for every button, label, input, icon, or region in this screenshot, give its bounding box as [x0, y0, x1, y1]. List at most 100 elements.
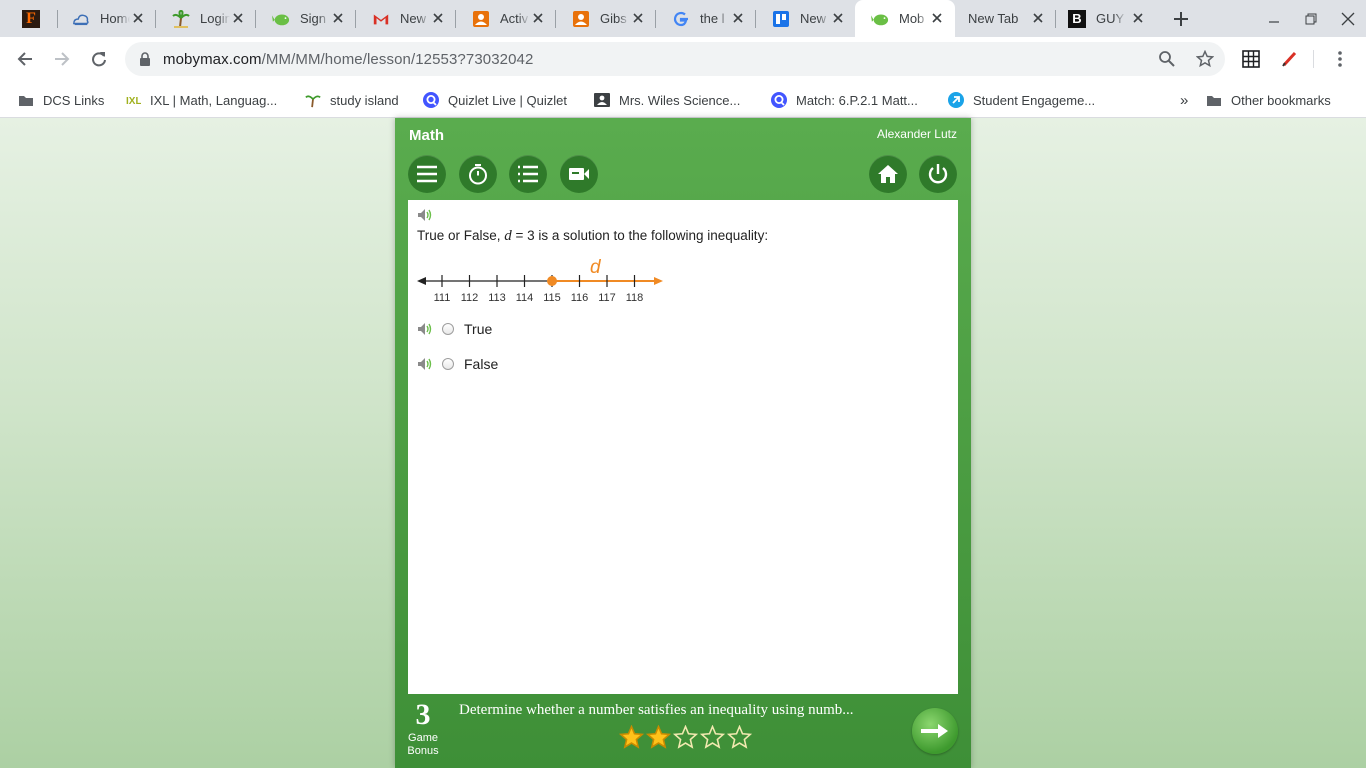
close-icon[interactable] — [130, 10, 146, 26]
bookmark-item[interactable]: Quizlet Live | Quizlet — [423, 88, 567, 112]
close-icon[interactable] — [1130, 10, 1146, 26]
close-icon[interactable] — [830, 10, 846, 26]
bookmark-star-icon[interactable] — [1195, 49, 1215, 69]
timer-button[interactable] — [459, 155, 497, 193]
minimize-icon — [1269, 21, 1279, 23]
close-window-button[interactable] — [1336, 8, 1360, 30]
choice-false[interactable]: False — [417, 356, 498, 372]
tab-title: Gibs — [600, 11, 627, 26]
browser-tab[interactable]: New — [756, 0, 856, 37]
address-bar[interactable]: mobymax.com/MM/MM/home/lesson/12553?7303… — [125, 42, 1225, 76]
tab-title: GUY — [1096, 11, 1125, 26]
user-name: Alexander Lutz — [876, 127, 957, 141]
minimize-button[interactable] — [1262, 8, 1286, 30]
apps-grid-button[interactable] — [1239, 47, 1263, 71]
tab-title: Login — [200, 11, 230, 26]
speaker-icon[interactable] — [417, 322, 433, 336]
gmail-icon — [372, 10, 390, 28]
ixl-icon: IXL — [125, 92, 141, 108]
bookmark-label: study island — [330, 92, 399, 108]
browser-tab[interactable]: Activ — [456, 0, 556, 37]
tab-title: New Tab — [968, 11, 1019, 26]
mobymax-app: Math Alexander Lutz True or False, d = 3… — [395, 118, 971, 768]
speaker-icon[interactable] — [417, 208, 433, 222]
home-button[interactable] — [869, 155, 907, 193]
close-icon[interactable] — [730, 10, 746, 26]
bonus-number: 3 — [415, 698, 431, 731]
right-arrow-icon — [654, 277, 663, 285]
home-icon — [878, 165, 898, 183]
star-empty-icon — [699, 724, 726, 753]
restore-icon — [1305, 13, 1317, 25]
browser-tab-active[interactable]: Mob — [855, 0, 955, 37]
browser-tab[interactable]: New Tab — [956, 0, 1056, 37]
browser-tab[interactable]: Home — [56, 0, 156, 37]
bookmarks-overflow[interactable]: » — [1180, 88, 1188, 112]
browser-tab[interactable]: Sign — [256, 0, 356, 37]
browser-tab[interactable]: Login — [156, 0, 256, 37]
zoom-icon[interactable] — [1157, 49, 1177, 69]
choice-true[interactable]: True — [417, 321, 492, 337]
chrome-menu-button[interactable] — [1328, 47, 1352, 71]
forward-button[interactable] — [50, 47, 74, 71]
bookmark-item[interactable]: Match: 6.P.2.1 Matt... — [771, 88, 918, 112]
mobymax-icon — [871, 10, 889, 28]
bookmarks-bar: DCS Links IXL IXL | Math, Languag... stu… — [0, 82, 1366, 118]
choice-label: True — [464, 321, 493, 337]
browser-tab[interactable]: the l — [656, 0, 756, 37]
new-tab-button[interactable] — [1170, 8, 1192, 30]
speaker-icon[interactable] — [417, 357, 433, 371]
question-suffix: = 3 is a solution to the following inequ… — [511, 228, 769, 243]
list-button[interactable] — [509, 155, 547, 193]
browser-tab[interactable]: B GUY — [1056, 0, 1156, 37]
bookmark-item[interactable]: IXL IXL | Math, Languag... — [125, 88, 277, 112]
browser-tab[interactable]: New — [356, 0, 456, 37]
forward-arrow-icon — [55, 52, 70, 66]
radio-false[interactable] — [442, 358, 454, 370]
other-bookmarks[interactable]: Other bookmarks — [1206, 88, 1331, 112]
menu-button[interactable] — [408, 155, 446, 193]
back-button[interactable] — [13, 47, 37, 71]
close-icon[interactable] — [330, 10, 346, 26]
bookmark-item[interactable]: study island — [305, 88, 399, 112]
classroom-icon — [472, 10, 490, 28]
back-arrow-icon — [17, 52, 32, 66]
url-path: /MM/MM/home/lesson/12553?73032042 — [261, 50, 534, 68]
grid-icon — [1242, 50, 1260, 68]
browser-tab[interactable]: F — [8, 0, 58, 37]
next-button[interactable] — [912, 708, 958, 754]
tick-label: 118 — [626, 292, 644, 304]
video-button[interactable] — [560, 155, 598, 193]
tab-title: Sign — [300, 11, 327, 26]
tab-title: the l — [700, 11, 725, 26]
lesson-title: Determine whether a number satisfies an … — [459, 702, 854, 718]
extension-pen-button[interactable] — [1278, 47, 1302, 71]
close-icon[interactable] — [230, 10, 246, 26]
bookmark-label: DCS Links — [43, 92, 105, 108]
browser-tab[interactable]: Gibs — [556, 0, 656, 37]
bookmark-folder[interactable]: DCS Links — [18, 88, 104, 112]
close-icon[interactable] — [530, 10, 546, 26]
palm-tree-icon — [172, 9, 190, 28]
close-icon[interactable] — [929, 10, 945, 26]
video-icon — [569, 168, 589, 180]
tick-label: 111 — [434, 292, 451, 304]
tick-label: 112 — [461, 292, 479, 304]
folder-icon — [18, 92, 34, 108]
close-icon[interactable] — [430, 10, 446, 26]
number-line: 111 112 113 114 115 116 117 118 d — [417, 257, 663, 304]
restore-button[interactable] — [1299, 8, 1323, 30]
docs-icon — [772, 10, 790, 28]
list-icon — [518, 165, 538, 183]
close-icon[interactable] — [1030, 10, 1046, 26]
reload-button[interactable] — [87, 47, 111, 71]
bookmark-item[interactable]: Student Engageme... — [948, 88, 1095, 112]
b-icon: B — [1068, 9, 1086, 28]
bookmark-item[interactable]: Mrs. Wiles Science... — [594, 88, 740, 112]
star-empty-icon — [726, 724, 753, 753]
choice-label: False — [464, 356, 499, 372]
logout-button[interactable] — [919, 155, 957, 193]
plus-icon — [1174, 12, 1188, 26]
close-icon[interactable] — [630, 10, 646, 26]
radio-true[interactable] — [442, 323, 454, 335]
